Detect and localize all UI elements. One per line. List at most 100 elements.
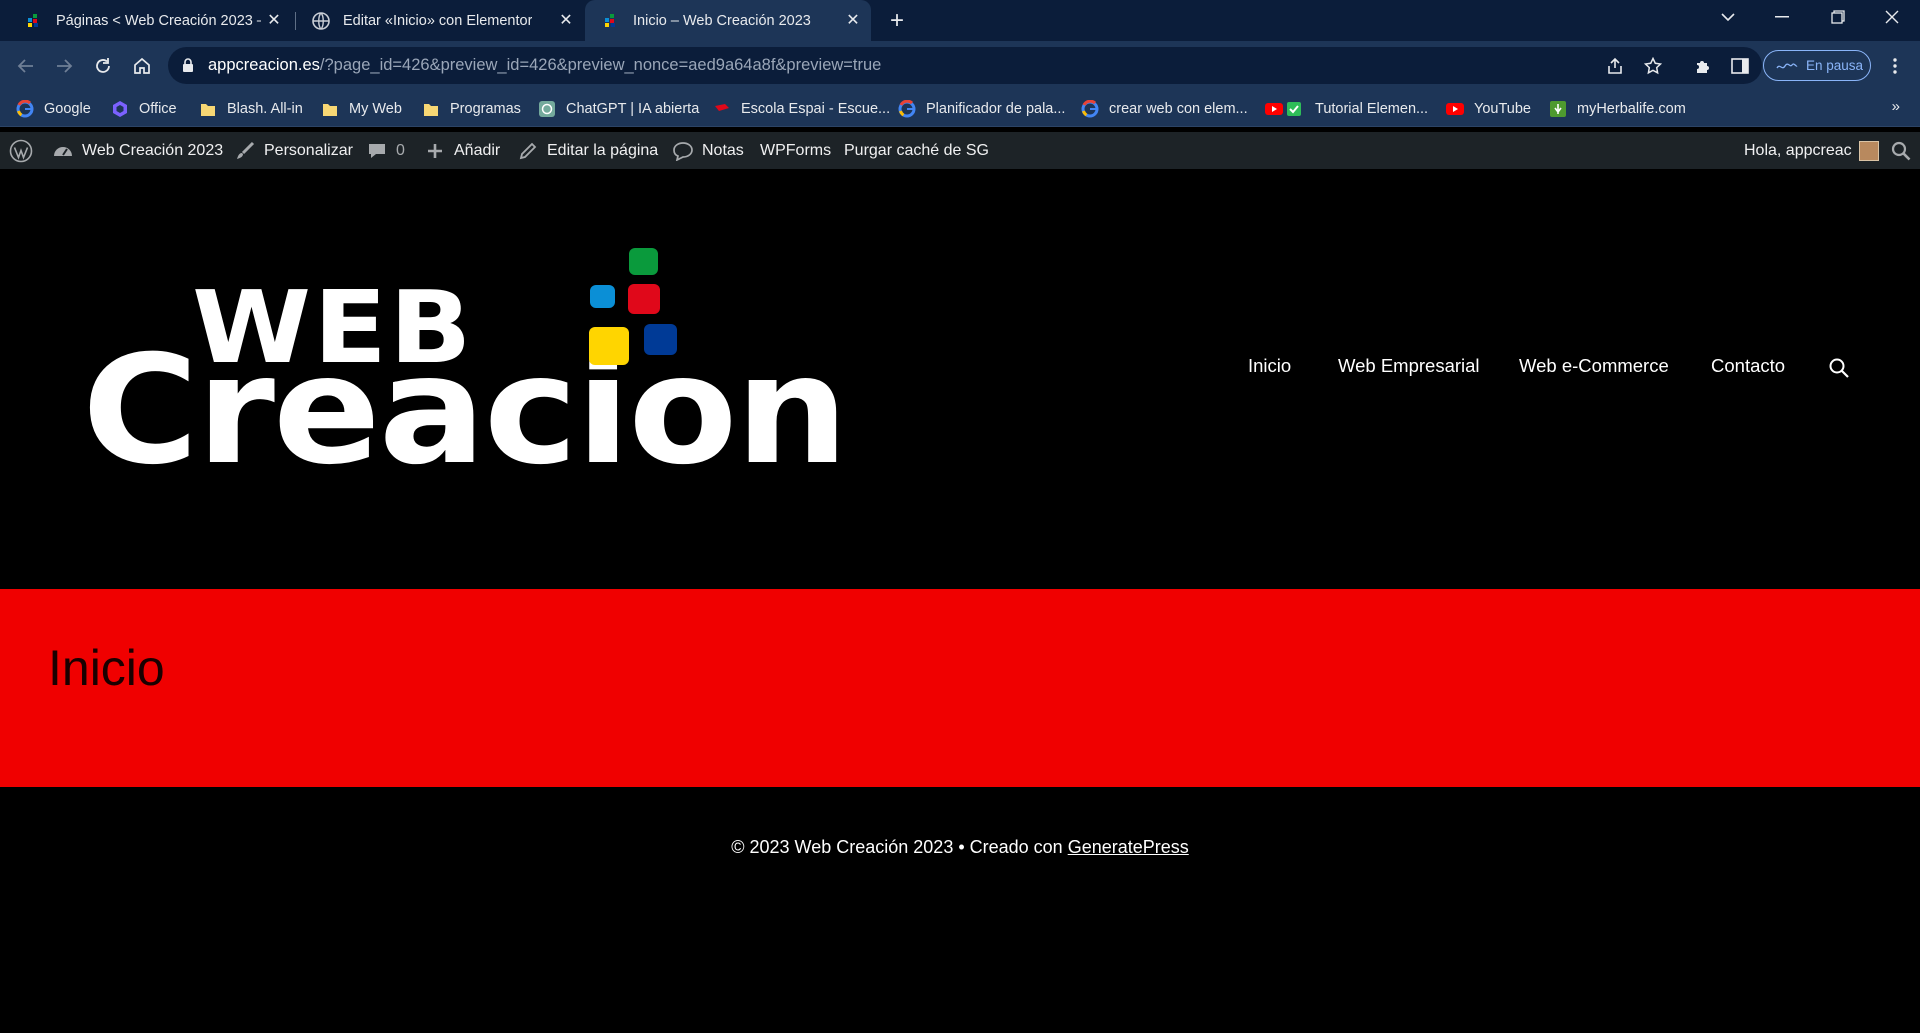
bookmark-crear-web[interactable]: crear web con elem... xyxy=(1081,98,1248,120)
admin-purge-cache[interactable]: Purgar caché de SG xyxy=(844,132,989,169)
bookmark-label: Programas xyxy=(450,101,521,117)
share-icon[interactable] xyxy=(1605,56,1625,76)
admin-customize-label: Personalizar xyxy=(264,141,353,159)
bookmark-label: Office xyxy=(139,101,177,117)
nav-search-icon[interactable] xyxy=(1828,357,1852,381)
minimize-window-icon[interactable] xyxy=(1754,0,1810,34)
tab-close-icon[interactable]: ✕ xyxy=(843,10,863,30)
chatgpt-icon xyxy=(538,100,556,118)
bookmark-label: My Web xyxy=(349,101,402,117)
profile-avatar-icon xyxy=(1776,62,1798,68)
menu-kebab-icon[interactable] xyxy=(1882,53,1908,79)
tab-elementor[interactable]: Editar «Inicio» con Elementor ✕ xyxy=(297,0,584,41)
site-favicon-icon xyxy=(601,11,621,31)
avatar xyxy=(1858,140,1879,161)
speech-bubble-icon xyxy=(672,140,694,162)
lock-icon[interactable] xyxy=(182,58,194,77)
bookmark-office[interactable]: Office xyxy=(111,98,177,120)
bookmark-label: YouTube xyxy=(1474,101,1531,117)
nav-inicio[interactable]: Inicio xyxy=(1248,355,1291,377)
page-title: Inicio xyxy=(48,640,165,696)
bookmark-label: Tutorial Elemen... xyxy=(1315,101,1429,117)
close-window-icon[interactable] xyxy=(1864,0,1920,34)
tab-search-chevron-icon[interactable] xyxy=(1700,0,1756,34)
admin-add-new[interactable]: Añadir xyxy=(424,132,500,169)
address-bar[interactable]: appcreacion.es/?page_id=426&preview_id=4… xyxy=(168,47,1762,84)
wp-admin-bar: Web Creación 2023 Personalizar 0 Añadir … xyxy=(0,132,1920,169)
new-tab-button[interactable]: + xyxy=(884,7,910,34)
tab-close-icon[interactable]: ✕ xyxy=(556,10,576,30)
back-arrow-icon[interactable] xyxy=(13,53,39,79)
bookmark-label: crear web con elem... xyxy=(1109,101,1248,117)
bookmark-label: Planificador de pala... xyxy=(926,101,1066,117)
nav-web-empresarial[interactable]: Web Empresarial xyxy=(1338,355,1480,377)
youtube-icon xyxy=(1446,100,1464,118)
admin-comments-count: 0 xyxy=(396,141,405,159)
herbalife-icon xyxy=(1549,100,1567,118)
admin-account[interactable]: Hola, appcreac xyxy=(1744,132,1879,169)
tab-close-icon[interactable]: ✕ xyxy=(264,10,284,30)
reload-icon[interactable] xyxy=(90,53,116,79)
bookmark-programas[interactable]: Programas xyxy=(422,98,521,120)
footer-copyright: © 2023 Web Creación 2023 • Creado con Ge… xyxy=(0,837,1920,858)
profile-status-label: En pausa xyxy=(1806,58,1864,73)
tab-paginas[interactable]: Páginas < Web Creación 2023 — ✕ xyxy=(0,0,292,41)
bookmark-label: myHerbalife.com xyxy=(1577,101,1686,117)
url-text: appcreacion.es/?page_id=426&preview_id=4… xyxy=(208,56,882,74)
admin-site-name-label: Web Creación 2023 xyxy=(82,141,224,159)
extensions-puzzle-icon[interactable] xyxy=(1690,53,1716,79)
folder-icon xyxy=(199,100,217,118)
forward-arrow-icon[interactable] xyxy=(51,53,77,79)
admin-site-name[interactable]: Web Creación 2023 xyxy=(52,132,223,169)
admin-edit-page-label: Editar la página xyxy=(547,141,659,159)
admin-purge-cache-label: Purgar caché de SG xyxy=(844,141,989,159)
office-icon xyxy=(111,100,129,118)
tab-separator xyxy=(295,12,296,30)
admin-search-icon[interactable] xyxy=(1891,132,1911,169)
admin-greeting-label: Hola, appcreac xyxy=(1744,141,1852,159)
admin-notes[interactable]: Notas xyxy=(672,132,744,169)
side-panel-icon[interactable] xyxy=(1727,53,1753,79)
bookmark-youtube[interactable]: YouTube xyxy=(1446,98,1531,120)
bookmark-label: Google xyxy=(44,101,91,117)
tab-inicio[interactable]: Inicio – Web Creación 2023 ✕ xyxy=(585,0,871,41)
bookmark-planificador[interactable]: Planificador de pala... xyxy=(898,98,1065,120)
pencil-icon xyxy=(517,140,539,162)
site-footer: © 2023 Web Creación 2023 • Creado con Ge… xyxy=(0,787,1920,1033)
footer-generatepress-link[interactable]: GeneratePress xyxy=(1068,837,1189,857)
nav-contacto[interactable]: Contacto xyxy=(1711,355,1785,377)
bookmark-escola-espai[interactable]: Escola Espai - Escue... xyxy=(713,98,890,120)
main-navigation: Inicio Web Empresarial Web e-Commerce Co… xyxy=(0,355,1920,385)
folder-icon xyxy=(422,100,440,118)
tab-title: Editar «Inicio» con Elementor xyxy=(343,12,533,29)
admin-edit-page[interactable]: Editar la página xyxy=(517,132,658,169)
folder-icon xyxy=(321,100,339,118)
admin-comments[interactable]: 0 xyxy=(366,132,405,169)
tab-title: Inicio – Web Creación 2023 xyxy=(633,12,811,29)
nav-web-ecommerce[interactable]: Web e-Commerce xyxy=(1519,355,1669,377)
admin-wpforms-label: WPForms xyxy=(760,141,832,159)
logo-square-green xyxy=(629,248,658,275)
admin-wpforms[interactable]: WPForms xyxy=(760,132,831,169)
bookmark-blash[interactable]: Blash. All-in xyxy=(199,98,303,120)
bookmark-my-web[interactable]: My Web xyxy=(321,98,402,120)
bookmark-chatgpt[interactable]: ChatGPT | IA abierta xyxy=(538,98,699,120)
home-icon[interactable] xyxy=(129,53,155,79)
bookmark-google[interactable]: Google xyxy=(16,98,91,120)
logo-square-blue xyxy=(590,285,615,308)
bookmark-star-icon[interactable] xyxy=(1643,56,1663,76)
comment-bubble-icon xyxy=(366,140,388,162)
bookmark-myherbalife[interactable]: myHerbalife.com xyxy=(1549,98,1686,120)
youtube-icon xyxy=(1265,100,1305,118)
bookmark-tutorial-elementor[interactable]: Tutorial Elemen... xyxy=(1265,98,1428,120)
page-title-band: Inicio xyxy=(0,589,1920,787)
bookmark-label: Blash. All-in xyxy=(227,101,303,117)
profile-paused-button[interactable]: En pausa xyxy=(1763,50,1871,81)
bookmarks-more-chevron[interactable]: » xyxy=(1892,98,1900,115)
restore-window-icon[interactable] xyxy=(1810,0,1866,34)
admin-add-new-label: Añadir xyxy=(454,141,501,159)
wordpress-logo-icon[interactable] xyxy=(9,132,33,169)
admin-notes-label: Notas xyxy=(702,141,744,159)
google-icon xyxy=(1081,100,1099,118)
admin-customize[interactable]: Personalizar xyxy=(234,132,353,169)
